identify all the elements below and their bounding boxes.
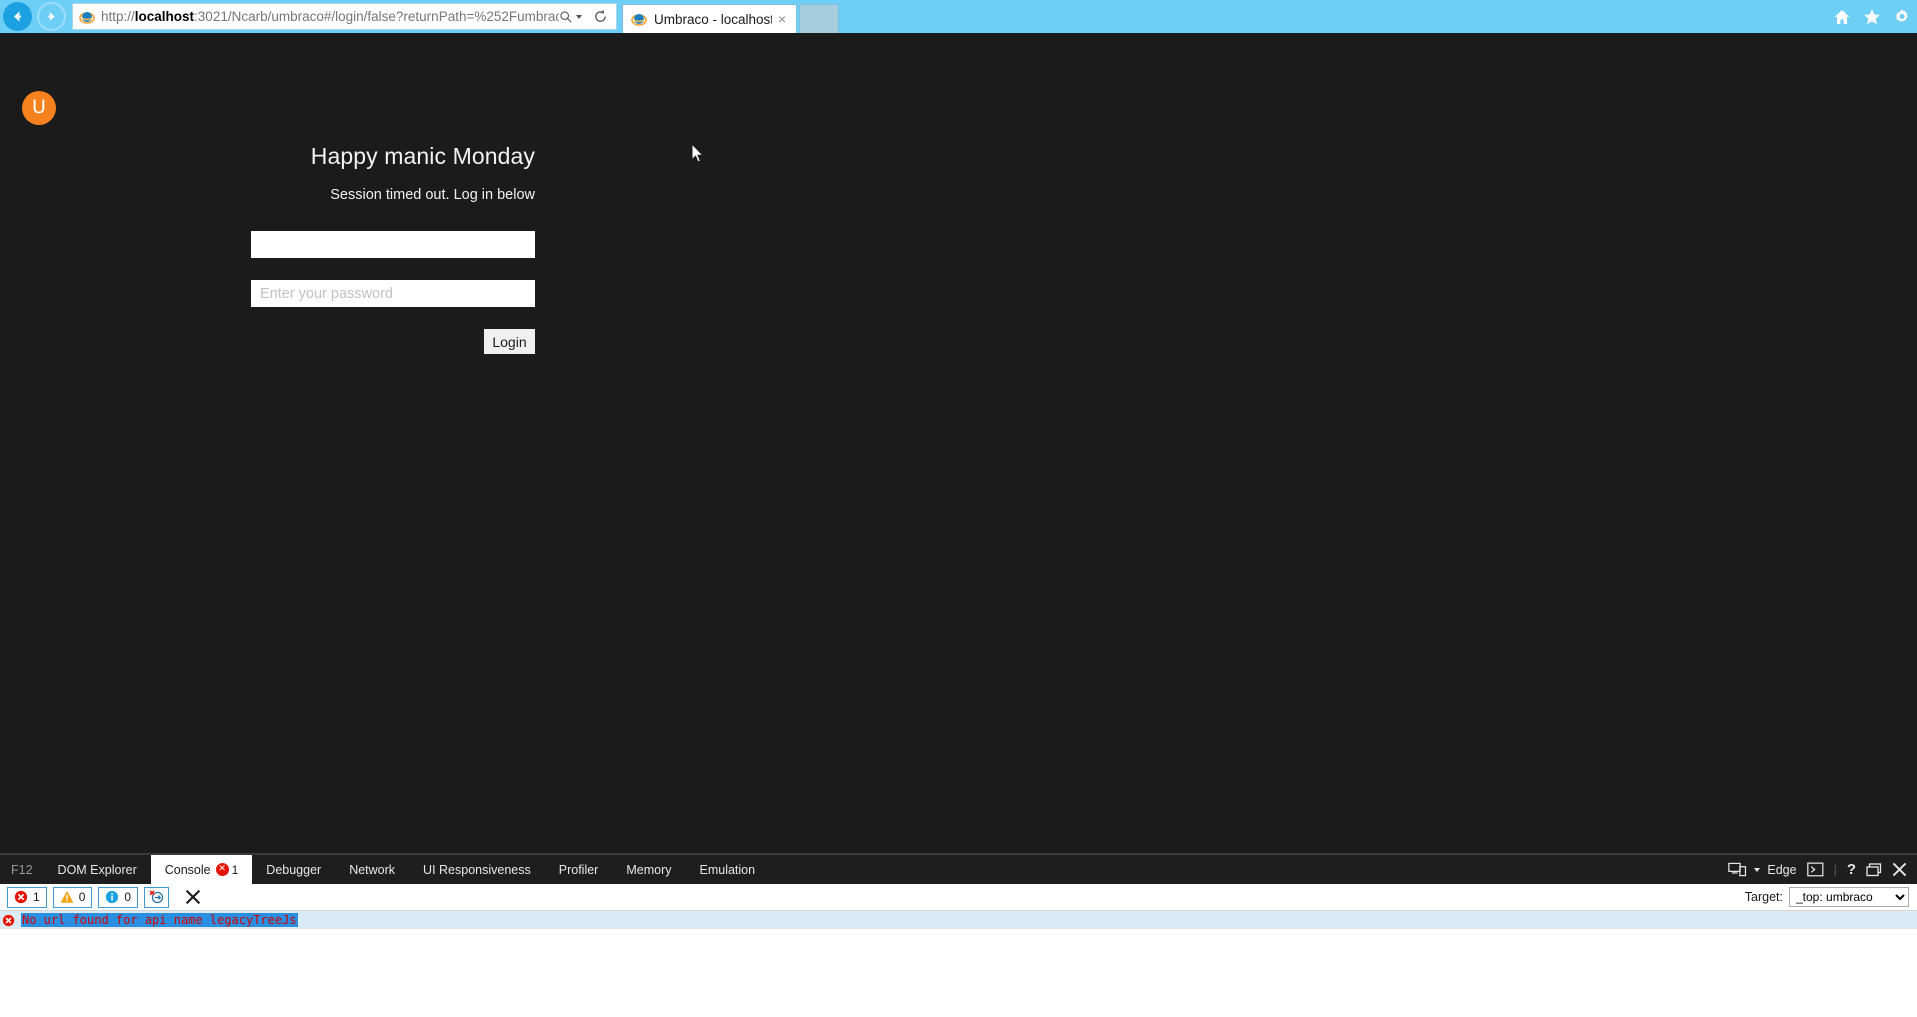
address-bar[interactable]: http://localhost:3021/Ncarb/umbraco#/log…	[72, 3, 617, 30]
search-icon	[560, 10, 572, 23]
tab-label: Debugger	[266, 862, 322, 877]
tab-label: Profiler	[558, 862, 599, 877]
f12-label: F12	[11, 862, 33, 877]
tab-memory[interactable]: Memory	[612, 855, 685, 884]
browser-tab-title: Umbraco - localhost	[654, 11, 773, 27]
browser-tab-umbraco[interactable]: Umbraco - localhost ×	[622, 4, 797, 33]
console-message-row[interactable]: No url found for api name legacyTreeJs	[0, 911, 1917, 929]
ie-favicon-icon	[631, 14, 647, 26]
chrome-right-icons	[1833, 4, 1911, 30]
forward-arrow-icon	[48, 12, 55, 21]
error-icon	[2, 914, 15, 926]
help-icon: ?	[1846, 861, 1856, 878]
mouse-cursor	[691, 143, 704, 163]
console-error-count: 1	[231, 862, 239, 877]
filter-warnings-button[interactable]: 0	[52, 886, 93, 908]
tab-profiler[interactable]: Profiler	[545, 855, 613, 884]
ie-favicon-icon	[79, 11, 95, 24]
tools-gear-icon	[1895, 9, 1908, 23]
login-button[interactable]: Login	[484, 329, 535, 354]
tab-strip: Umbraco - localhost ×	[622, 0, 1917, 33]
new-tab-button[interactable]	[799, 4, 839, 33]
home-button[interactable]	[1833, 8, 1851, 26]
devtools-tabbar: F12 DOM Explorer Console ✕ 1 Debugger Ne…	[0, 855, 1917, 884]
tab-dom-explorer[interactable]: DOM Explorer	[44, 855, 151, 884]
back-button[interactable]	[3, 2, 32, 31]
target-select[interactable]: _top: umbraco	[1789, 887, 1909, 907]
page-viewport: U Happy manic Monday Session timed out. …	[0, 33, 1917, 853]
address-search-dropdown[interactable]	[559, 10, 589, 24]
tab-debugger[interactable]: Debugger	[252, 855, 335, 884]
umbraco-logo-glyph: U	[32, 95, 46, 118]
console-prompt-icon	[1806, 862, 1824, 877]
address-text: http://localhost:3021/Ncarb/umbraco#/log…	[101, 9, 559, 24]
console-output[interactable]: No url found for api name legacyTreeJs	[0, 911, 1917, 1017]
tab-ui-responsiveness[interactable]: UI Responsiveness	[409, 855, 545, 884]
warning-icon	[60, 890, 74, 903]
tab-label: Emulation	[699, 862, 756, 877]
console-error-badge: ✕ 1	[215, 862, 239, 877]
tab-label: Memory	[626, 862, 672, 877]
tab-label: Network	[349, 862, 396, 877]
chevron-down-icon	[1754, 867, 1761, 872]
filter-errors-button[interactable]: 1	[7, 886, 47, 908]
close-devtools-button[interactable]	[1892, 862, 1907, 877]
refresh-icon	[595, 9, 606, 22]
warning-count: 0	[78, 890, 86, 904]
console-toolbar: 1 0 0 Target: _top: umbraco	[0, 884, 1917, 911]
close-icon[interactable]: ×	[772, 12, 792, 26]
favorites-button[interactable]	[1863, 8, 1881, 26]
username-input[interactable]	[251, 231, 535, 258]
error-icon	[14, 890, 28, 904]
help-button[interactable]: ?	[1847, 861, 1856, 878]
error-icon: ✕	[215, 863, 229, 876]
umbraco-logo: U	[22, 91, 56, 125]
clear-on-navigate-icon	[149, 890, 163, 904]
login-form: Happy manic Monday Session timed out. Lo…	[251, 143, 535, 354]
device-monitor-icon	[1728, 862, 1747, 877]
devtools-tabbar-right: Edge | ?	[1728, 855, 1917, 884]
tab-console[interactable]: Console ✕ 1	[150, 855, 253, 884]
devtools-panel: F12 DOM Explorer Console ✕ 1 Debugger Ne…	[0, 853, 1917, 1017]
page-title: Happy manic Monday	[310, 143, 535, 169]
back-arrow-icon	[14, 11, 21, 22]
refresh-button[interactable]	[589, 9, 616, 24]
clear-console-button[interactable]	[180, 887, 206, 908]
tab-label: DOM Explorer	[57, 862, 137, 877]
error-count: 1	[33, 890, 40, 904]
tab-network[interactable]: Network	[335, 855, 409, 884]
browser-mode-label: Edge	[1767, 862, 1797, 877]
address-host: localhost	[134, 9, 195, 24]
dock-undock-button[interactable]	[1866, 862, 1882, 877]
favorites-star-icon	[1864, 9, 1880, 25]
password-input[interactable]	[251, 280, 535, 307]
console-message-text: No url found for api name legacyTreeJs	[21, 913, 298, 927]
target-label: Target:	[1744, 890, 1783, 904]
info-icon	[106, 890, 119, 904]
tab-label: UI Responsiveness	[423, 862, 531, 877]
console-toggle-button[interactable]	[1806, 862, 1824, 877]
login-subtitle: Session timed out. Log in below	[330, 187, 535, 203]
info-count: 0	[124, 890, 132, 904]
target-group: Target: _top: umbraco	[1745, 887, 1917, 907]
clear-icon	[185, 889, 201, 905]
browser-chrome: http://localhost:3021/Ncarb/umbraco#/log…	[0, 0, 1917, 33]
filter-info-button[interactable]: 0	[98, 886, 139, 908]
tab-emulation[interactable]: Emulation	[686, 855, 770, 884]
address-path: :3021/Ncarb/umbraco#/login/false?returnP…	[194, 9, 559, 24]
tab-label: Console	[164, 862, 211, 877]
forward-button[interactable]	[37, 2, 66, 31]
browser-mode-selector[interactable]: Edge	[1728, 862, 1797, 877]
chevron-down-icon	[576, 14, 582, 19]
clear-on-navigate-toggle[interactable]	[144, 886, 170, 908]
close-icon	[1892, 862, 1907, 877]
tools-button[interactable]	[1893, 8, 1911, 26]
home-icon	[1834, 10, 1850, 24]
address-protocol: http://	[101, 9, 135, 24]
restore-window-icon	[1866, 862, 1882, 876]
